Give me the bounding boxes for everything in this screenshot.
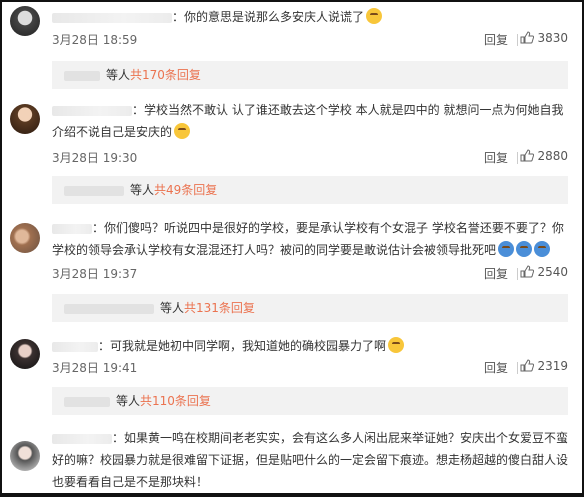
reply-button[interactable]: 回复 [484, 31, 508, 48]
emoji-icon [174, 123, 191, 139]
reply-button[interactable]: 回复 [484, 265, 508, 282]
username-blurred [64, 396, 110, 407]
like-button[interactable]: 2540 [520, 265, 568, 279]
divider [517, 362, 518, 374]
sub-replies-label: 等人 [116, 394, 141, 408]
like-button[interactable]: 2880 [520, 149, 568, 163]
thumbs-up-icon [520, 359, 535, 372]
thumbs-up-icon [520, 265, 535, 278]
username-blurred [64, 303, 154, 314]
like-count: 2880 [537, 149, 568, 163]
like-count: 3830 [537, 31, 568, 45]
divider [517, 268, 518, 280]
sub-replies-box[interactable]: 等人共49条回复 [52, 176, 568, 204]
sub-replies-count[interactable]: 共170条回复 [130, 68, 201, 82]
like-count: 2319 [537, 359, 568, 373]
sub-replies-count[interactable]: 共131条回复 [184, 301, 255, 315]
comment-date: 3月28日 18:59 [52, 33, 138, 47]
comment-text: ：你的意思是说那么多安庆人说谎了 [172, 10, 365, 24]
username-blurred[interactable] [52, 433, 112, 444]
comment-meta: 3月28日 19:37 回复 2540 [52, 265, 568, 283]
username-blurred [64, 70, 100, 81]
comment-date: 3月28日 19:41 [52, 361, 138, 375]
emoji-icon [516, 241, 533, 257]
username-blurred[interactable] [52, 223, 92, 234]
username-blurred[interactable] [52, 105, 132, 116]
comment-text: ：可我就是她初中同学啊，我知道她的确校园暴力了啊 [98, 339, 387, 353]
sub-replies-label: 等人 [130, 183, 155, 197]
comment-meta: 3月28日 19:41 回复 2319 [52, 359, 568, 377]
sub-replies-count[interactable]: 共49条回复 [154, 183, 217, 197]
sub-replies-count[interactable]: 共110条回复 [140, 394, 211, 408]
comment-meta: 3月28日 19:30 回复 2880 [52, 149, 568, 167]
like-button[interactable]: 2319 [520, 359, 568, 373]
sub-replies-box[interactable]: 等人共170条回复 [52, 61, 568, 89]
avatar[interactable] [10, 6, 40, 36]
avatar[interactable] [10, 104, 40, 134]
comment-text: ：你们傻吗？听说四中是很好的学校，要是承认学校有个女混子 学校名誉还要不要了？你… [52, 221, 564, 257]
username-blurred[interactable] [52, 341, 98, 352]
comment-text: ：如果黄一鸣在校期间老老实实，会有这么多人闲出屁来举证她？安庆出个女爱豆不蛮好的… [52, 431, 569, 489]
avatar[interactable] [10, 223, 40, 253]
avatar[interactable] [10, 441, 40, 471]
comment-meta: 3月28日 18:59 回复 3830 [52, 31, 568, 49]
divider [517, 34, 518, 46]
reply-button[interactable]: 回复 [484, 149, 508, 166]
username-blurred [64, 185, 124, 196]
reply-button[interactable]: 回复 [484, 359, 508, 376]
sub-replies-box[interactable]: 等人共110条回复 [52, 387, 568, 415]
like-count: 2540 [537, 265, 568, 279]
emoji-icon [366, 8, 383, 24]
emoji-icon [534, 241, 551, 257]
comment-date: 3月28日 19:30 [52, 151, 138, 165]
emoji-icon [498, 241, 515, 257]
emoji-icon [388, 337, 405, 353]
sub-replies-label: 等人 [160, 301, 185, 315]
divider [517, 152, 518, 164]
sub-replies-box[interactable]: 等人共131条回复 [52, 294, 568, 322]
sub-replies-label: 等人 [106, 68, 131, 82]
thumbs-up-icon [520, 31, 535, 44]
like-button[interactable]: 3830 [520, 31, 568, 45]
username-blurred[interactable] [52, 12, 172, 23]
comment-date: 3月28日 19:37 [52, 267, 138, 281]
thumbs-up-icon [520, 149, 535, 162]
avatar[interactable] [10, 339, 40, 369]
